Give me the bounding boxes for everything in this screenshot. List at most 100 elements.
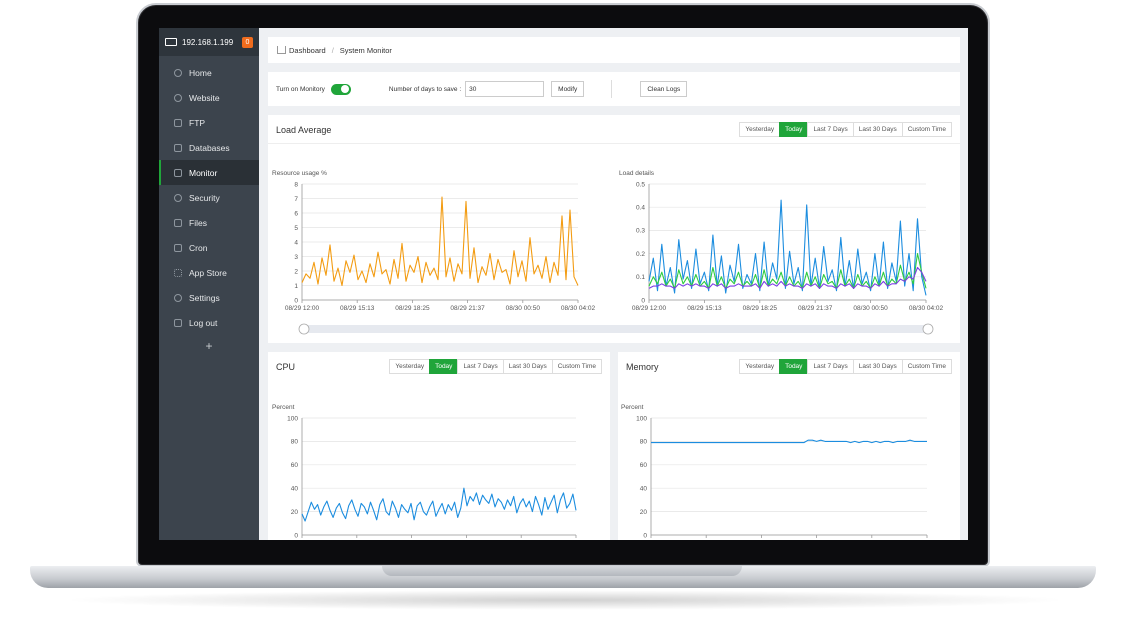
days-to-save-label: Number of days to save : — [388, 85, 462, 93]
laptop-notch — [382, 566, 742, 576]
y-tick-label: 1 — [294, 283, 298, 290]
notification-badge[interactable]: 0 — [242, 36, 253, 48]
x-tick-label: 08/29 21:37 — [450, 305, 485, 312]
sidebar-item-app-store[interactable]: App Store — [159, 260, 259, 285]
sidebar-item-monitor[interactable]: Monitor — [159, 160, 259, 185]
zoom-slider-track[interactable] — [304, 325, 928, 333]
sidebar-item-ftp[interactable]: FTP — [159, 110, 259, 135]
y-tick-label: 3 — [294, 254, 298, 261]
sidebar-item-website[interactable]: Website — [159, 85, 259, 110]
y-tick-label: 0 — [294, 532, 298, 539]
sidebar-item-files[interactable]: Files — [159, 210, 259, 235]
database-icon — [174, 143, 182, 152]
monitor-icon — [174, 168, 182, 177]
clean-logs-button[interactable]: Clean Logs — [640, 81, 688, 97]
home-icon — [277, 46, 286, 54]
breadcrumb-home[interactable]: Dashboard — [289, 46, 326, 55]
series-line-2-0 — [301, 487, 577, 522]
y-tick-label: 8 — [294, 181, 298, 188]
x-tick-label: 08/30 00:50 — [506, 305, 541, 312]
monitor-toolbar: Turn on Monitory Number of days to save … — [268, 72, 960, 106]
y-tick-label: 5 — [294, 225, 298, 232]
y-tick-label: 0 — [641, 297, 645, 304]
y-tick-label: 80 — [640, 439, 648, 446]
memory-card: Memory Yesterday Today Last 7 Days Last 30 … — [618, 352, 960, 540]
sidebar-item-databases[interactable]: Databases — [159, 135, 259, 160]
sidebar-item-label: Settings — [189, 292, 220, 303]
y-tick-label: 0.1 — [636, 274, 645, 281]
y-tick-label: 0 — [643, 532, 647, 539]
sidebar: 192.168.1.199 0 Home Website FTP Databases M… — [159, 28, 259, 540]
sidebar-item-label: Log out — [189, 317, 218, 328]
x-tick-label: 08/29 21:37 — [798, 305, 833, 312]
globe-icon — [174, 93, 182, 102]
y-tick-label: 80 — [291, 439, 299, 446]
y-tick-label: 40 — [640, 486, 648, 493]
x-tick-label: 08/29 15:13 — [340, 305, 375, 312]
y-axis-title: Resource usage % — [272, 170, 327, 177]
sidebar-item-settings[interactable]: Settings — [159, 285, 259, 310]
zoom-handle-right[interactable] — [922, 323, 934, 335]
y-tick-label: 7 — [294, 196, 298, 203]
y-tick-label: 60 — [640, 462, 648, 469]
y-tick-label: 6 — [294, 210, 298, 217]
sidebar-item-label: Website — [189, 92, 220, 103]
cpu-card: CPU Yesterday Today Last 7 Days Last 30 Day… — [268, 352, 610, 540]
sidebar-item-security[interactable]: Security — [159, 185, 259, 210]
sidebar-item-home[interactable]: Home — [159, 60, 259, 85]
x-tick-label: 08/30 00:50 — [853, 305, 888, 312]
sidebar-item-label: Databases — [189, 142, 230, 153]
y-tick-label: 0.3 — [636, 228, 645, 235]
series-line-0-0 — [301, 196, 579, 287]
monitor-toggle-label: Turn on Monitory — [276, 85, 325, 93]
sidebar-item-label: App Store — [189, 267, 227, 278]
sidebar-item-label: FTP — [189, 117, 206, 128]
sidebar-item-log-out[interactable]: Log out — [159, 310, 259, 335]
cpu-chart: Percent02040608010008/29 12:0008/29 15:1… — [272, 404, 577, 539]
laptop-shadow — [60, 590, 1070, 610]
y-tick-label: 100 — [636, 415, 647, 422]
breadcrumb: Dashboard / System Monitor — [268, 37, 960, 63]
x-tick-label: 08/29 12:00 — [632, 305, 667, 312]
modify-button[interactable]: Modify — [551, 81, 585, 97]
logout-icon — [174, 318, 182, 327]
y-axis-title: Percent — [621, 404, 644, 411]
load-charts: Resource usage % 0 1 2 3 4 5 6 7 8 08/29 12:00 08/2… — [272, 170, 944, 335]
y-tick-label: 100 — [287, 415, 298, 422]
sidebar-item-cron[interactable]: Cron — [159, 235, 259, 260]
y-tick-label: 2 — [294, 268, 298, 275]
home-icon — [174, 68, 182, 77]
monitor-toggle[interactable] — [330, 83, 351, 95]
days-to-save-input[interactable] — [465, 81, 545, 97]
y-axis-title: Percent — [272, 404, 295, 411]
y-tick-label: 20 — [291, 509, 299, 516]
calendar-icon — [174, 243, 182, 252]
add-menu-button[interactable]: + — [159, 335, 259, 353]
x-tick-label: 08/29 18:25 — [395, 305, 430, 312]
folder-icon — [174, 218, 182, 227]
grid-icon — [174, 268, 182, 277]
sidebar-item-label: Security — [189, 192, 220, 203]
sidebar-item-label: Monitor — [189, 167, 218, 178]
gear-icon — [174, 293, 182, 302]
x-tick-label: 08/30 04:02 — [909, 305, 944, 312]
load-average-card: Load Average Yesterday Today Last 7 Days La… — [268, 115, 960, 343]
zoom-handle-left[interactable] — [298, 323, 310, 335]
y-tick-label: 4 — [294, 239, 298, 246]
y-tick-label: 0.4 — [636, 205, 645, 212]
screen: 192.168.1.199 0 Home Website FTP Databases M… — [159, 28, 968, 540]
sidebar-item-label: Files — [189, 217, 207, 228]
breadcrumb-current: System Monitor — [339, 45, 392, 55]
y-tick-label: 40 — [291, 486, 299, 493]
y-tick-label: 0.2 — [636, 251, 645, 258]
sidebar-header: 192.168.1.199 0 — [159, 28, 259, 56]
toolbar-divider — [611, 80, 613, 98]
sidebar-item-label: Home — [189, 67, 212, 78]
ftp-icon — [174, 118, 182, 127]
y-tick-label: 20 — [640, 509, 648, 516]
x-tick-label: 08/29 18:25 — [743, 305, 778, 312]
x-tick-label: 08/30 04:02 — [561, 305, 596, 312]
server-icon — [165, 38, 177, 46]
server-ip: 192.168.1.199 — [182, 37, 234, 47]
memory-chart: Percent02040608010008/29 12:0008/29 15:1… — [621, 404, 928, 539]
